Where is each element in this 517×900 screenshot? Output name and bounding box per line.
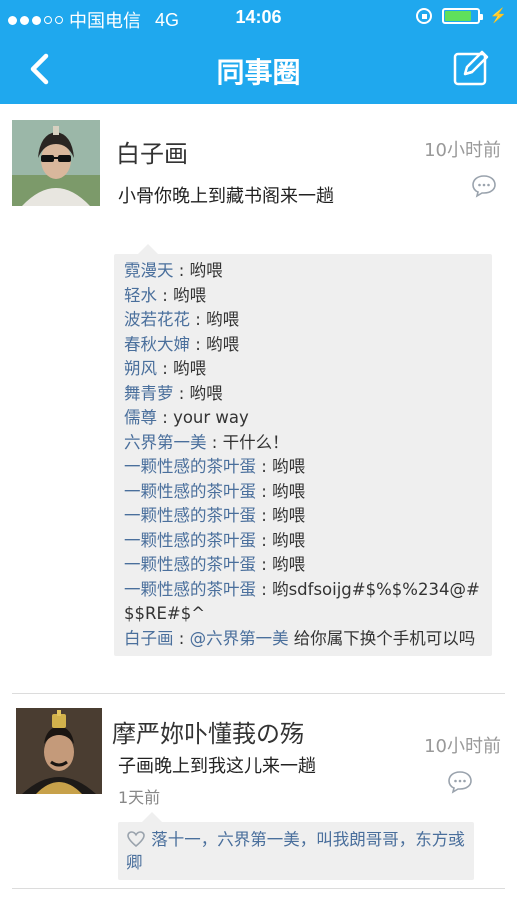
comment-separator: : bbox=[173, 261, 190, 280]
comment-author[interactable]: 朔风 bbox=[124, 359, 157, 378]
edit-icon bbox=[453, 50, 489, 86]
comment-author[interactable]: 舞青萝 bbox=[124, 384, 174, 403]
likes-names[interactable]: 落十一，六界第一美，叫我朗哥哥，东方彧卿 bbox=[126, 830, 465, 872]
post-time: 10小时前 bbox=[424, 140, 501, 161]
comment-separator: : bbox=[256, 530, 273, 550]
comment-text: 哟喂 bbox=[173, 359, 207, 378]
feed-post: 白子画 10小时前 小骨你晚上到藏书阁来一趟 霓漫天 : 哟喂 轻水 : 哟喂 波若… bbox=[0, 104, 517, 694]
comment-text: your way bbox=[173, 408, 249, 427]
comment-item[interactable]: 一颗性感的茶叶蛋 : 哟喂 bbox=[124, 504, 482, 529]
comment-bubble-icon[interactable] bbox=[471, 174, 497, 198]
comment-separator: : bbox=[256, 481, 273, 501]
comment-author[interactable]: 一颗性感的茶叶蛋 bbox=[124, 580, 256, 599]
nav-bar: 同事圈 bbox=[0, 34, 517, 104]
comment-text: 哟喂 bbox=[272, 530, 306, 550]
comment-item[interactable]: 舞青萝 : 哟喂 bbox=[124, 382, 482, 407]
comment-text: 哟喂 bbox=[189, 261, 223, 280]
comment-item[interactable]: 六界第一美 : 干什么！ bbox=[124, 431, 482, 456]
comment-item[interactable]: 一颗性感的茶叶蛋 : 哟喂 bbox=[124, 553, 482, 578]
comment-item[interactable]: 一颗性感的茶叶蛋 : 哟喂 bbox=[124, 455, 482, 480]
comment-separator: : bbox=[256, 506, 273, 525]
comment-separator: : bbox=[256, 579, 273, 599]
comment-separator: : bbox=[206, 432, 223, 452]
heart-icon bbox=[127, 831, 145, 848]
comment-separator: : bbox=[157, 359, 174, 378]
comment-author[interactable]: 轻水 bbox=[124, 286, 157, 305]
comment-item[interactable]: 春秋大婶 : 哟喂 bbox=[124, 333, 482, 358]
comment-author[interactable]: 一颗性感的茶叶蛋 bbox=[124, 506, 256, 525]
comment-item[interactable]: 一颗性感的茶叶蛋 : 哟喂 bbox=[124, 480, 482, 505]
comment-text: 哟喂 bbox=[272, 481, 306, 501]
comment-author[interactable]: 白子画 bbox=[124, 629, 174, 648]
comment-author[interactable]: 儒尊 bbox=[124, 408, 157, 427]
avatar[interactable] bbox=[16, 708, 102, 794]
comment-text: 给你属下换个手机可以吗 bbox=[288, 628, 476, 648]
status-bar: 中国电信 4G 14:06 ⚡ bbox=[0, 0, 517, 34]
post-divider bbox=[12, 888, 505, 889]
comment-separator: : bbox=[173, 383, 190, 403]
comment-text: 干什么！ bbox=[222, 432, 289, 452]
comment-list: 霓漫天 : 哟喂 轻水 : 哟喂 波若花花 : 哟喂 春秋大婶 : 哟喂 朔风 : 哟喂… bbox=[114, 244, 492, 656]
comment-text: 哟喂 bbox=[206, 334, 240, 354]
comment-author[interactable]: 一颗性感的茶叶蛋 bbox=[124, 457, 256, 476]
comment-author[interactable]: 一颗性感的茶叶蛋 bbox=[124, 531, 256, 550]
comment-author[interactable]: 霓漫天 bbox=[124, 261, 174, 280]
post-text: 子画晚上到我这儿来一趟 bbox=[118, 756, 316, 777]
comment-item[interactable]: 朔风 : 哟喂 bbox=[124, 357, 482, 382]
comment-separator: : bbox=[190, 310, 207, 329]
comment-item[interactable]: 一颗性感的茶叶蛋 : 哟喂 bbox=[124, 529, 482, 554]
comment-text: 哟喂 bbox=[189, 383, 223, 403]
post-text: 小骨你晚上到藏书阁来一趟 bbox=[118, 186, 334, 207]
comment-mention[interactable]: @六界第一美 bbox=[190, 629, 289, 648]
comment-author[interactable]: 一颗性感的茶叶蛋 bbox=[124, 555, 256, 574]
rotation-lock-icon bbox=[415, 7, 432, 24]
compose-button[interactable] bbox=[451, 48, 491, 88]
comment-separator: : bbox=[157, 285, 174, 305]
comment-separator: : bbox=[256, 555, 273, 574]
post-time: 10小时前 bbox=[424, 736, 501, 757]
comment-author[interactable]: 波若花花 bbox=[124, 310, 190, 329]
comment-separator: : bbox=[157, 408, 174, 427]
comment-item[interactable]: 儒尊 : your way bbox=[124, 406, 482, 431]
charging-icon: ⚡ bbox=[489, 7, 507, 23]
battery-icon bbox=[441, 7, 483, 24]
post-author[interactable]: 白子画 bbox=[116, 134, 188, 169]
comment-item[interactable]: 轻水 : 哟喂 bbox=[124, 284, 482, 309]
post-date: 1天前 bbox=[118, 788, 161, 807]
comment-item[interactable]: 霓漫天 : 哟喂 bbox=[124, 259, 482, 284]
comment-item[interactable]: 一颗性感的茶叶蛋 : 哟sdfsoijg#$%$%234@#$$RE#$^ bbox=[124, 578, 482, 627]
comment-separator: : bbox=[190, 334, 207, 354]
feed-post: 摩严妳卟懂莪の殇 10小时前 子画晚上到我这儿来一趟 1天前 落十一，六界第一美… bbox=[0, 694, 517, 900]
comment-text: 哟喂 bbox=[173, 285, 207, 305]
comment-author[interactable]: 六界第一美 bbox=[124, 433, 207, 452]
status-right: ⚡ bbox=[415, 7, 507, 24]
comment-item[interactable]: 白子画 : @六界第一美 给你属下换个手机可以吗 bbox=[124, 627, 482, 652]
comment-text: 哟喂 bbox=[272, 457, 306, 476]
comment-author[interactable]: 一颗性感的茶叶蛋 bbox=[124, 482, 256, 501]
comment-separator: : bbox=[256, 457, 273, 476]
comment-item[interactable]: 波若花花 : 哟喂 bbox=[124, 308, 482, 333]
comment-author[interactable]: 春秋大婶 bbox=[124, 335, 190, 354]
avatar[interactable] bbox=[12, 120, 100, 206]
comment-bubble-icon[interactable] bbox=[447, 770, 473, 794]
post-author[interactable]: 摩严妳卟懂莪の殇 bbox=[112, 714, 304, 749]
comment-separator: : bbox=[173, 628, 190, 648]
comment-text: 哟喂 bbox=[206, 310, 240, 329]
comment-text: 哟喂 bbox=[272, 506, 306, 525]
page-title: 同事圈 bbox=[216, 56, 301, 89]
comment-text: 哟喂 bbox=[272, 555, 306, 574]
likes-box: 落十一，六界第一美，叫我朗哥哥，东方彧卿 bbox=[118, 812, 474, 880]
